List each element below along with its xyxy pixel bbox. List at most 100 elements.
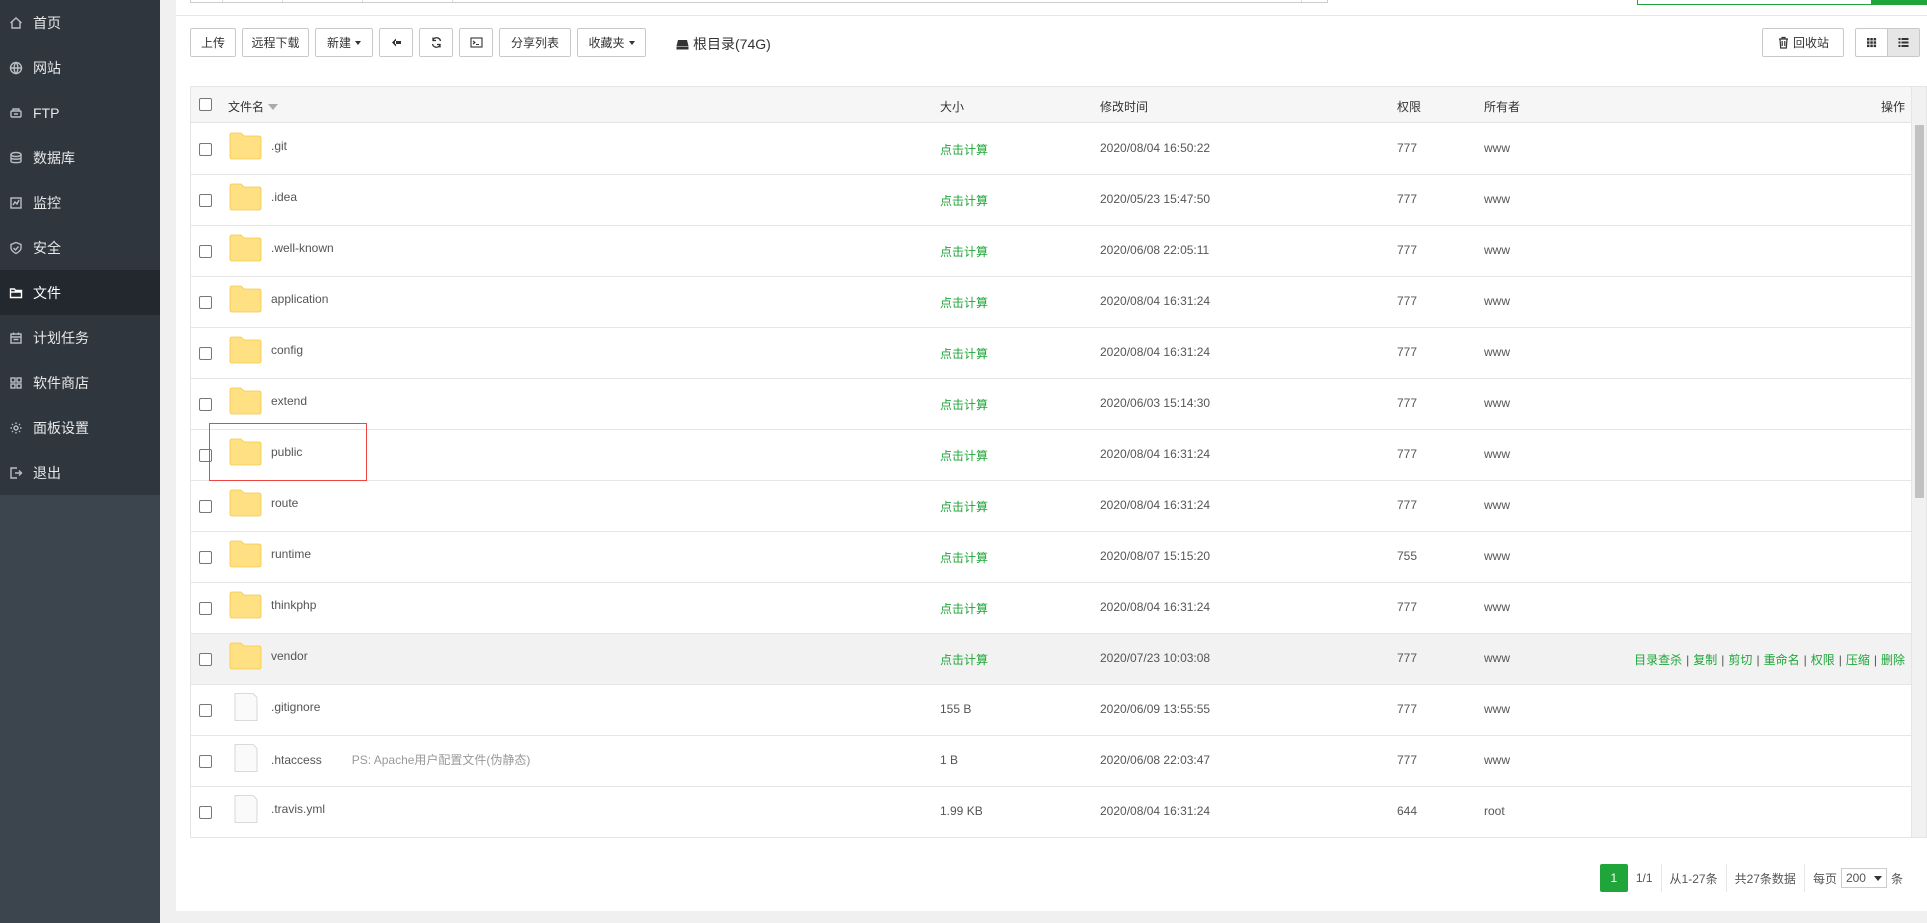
file-owner[interactable]: www (1484, 549, 1510, 563)
file-name[interactable]: vendor (271, 649, 308, 663)
calc-size-link[interactable]: 点击计算 (940, 396, 988, 413)
file-owner[interactable]: www (1484, 753, 1510, 767)
file-owner[interactable]: root (1484, 804, 1505, 818)
header-mtime[interactable]: 修改时间 (1100, 98, 1148, 115)
file-name-text[interactable]: .travis.yml (271, 802, 325, 816)
table-row[interactable]: route 点击计算 2020/08/04 16:31:24 777 www (191, 481, 1913, 532)
file-owner[interactable]: www (1484, 498, 1510, 512)
file-perm[interactable]: 777 (1397, 345, 1417, 359)
file-perm[interactable]: 777 (1397, 396, 1417, 410)
calc-size-link[interactable]: 点击计算 (940, 345, 988, 362)
file-name-text[interactable]: route (271, 496, 298, 510)
path-segment[interactable] (191, 0, 223, 2)
row-checkbox[interactable] (199, 653, 212, 666)
table-row[interactable]: runtime 点击计算 2020/08/07 15:15:20 755 www (191, 532, 1913, 583)
file-perm[interactable]: 777 (1397, 192, 1417, 206)
file-perm[interactable]: 644 (1397, 804, 1417, 818)
file-name-text[interactable]: .well-known (271, 241, 334, 255)
calc-size-link[interactable]: 点击计算 (940, 600, 988, 617)
file-name[interactable]: .travis.yml (271, 802, 325, 816)
file-owner[interactable]: www (1484, 702, 1510, 716)
file-name[interactable]: .gitignore (271, 700, 320, 714)
recycle-bin-button[interactable]: 回收站 (1762, 28, 1844, 57)
file-owner[interactable]: www (1484, 396, 1510, 410)
file-perm[interactable]: 777 (1397, 600, 1417, 614)
row-checkbox[interactable] (199, 143, 212, 156)
file-name-text[interactable]: .htaccess (271, 753, 322, 767)
row-checkbox[interactable] (199, 347, 212, 360)
file-name[interactable]: .well-known (271, 241, 334, 255)
table-row[interactable]: vendor 点击计算 2020/07/23 10:03:08 777 www 目录查杀 |… (191, 634, 1913, 685)
file-name-text[interactable]: thinkphp (271, 598, 316, 612)
sidebar-item-cron[interactable]: 计划任务 (0, 315, 160, 360)
file-owner[interactable]: www (1484, 243, 1510, 257)
file-perm[interactable]: 777 (1397, 243, 1417, 257)
file-name[interactable]: route (271, 496, 298, 510)
sidebar-item-settings[interactable]: 面板设置 (0, 405, 160, 450)
path-segment[interactable] (283, 0, 363, 2)
upload-button[interactable]: 上传 (190, 28, 236, 57)
file-name[interactable]: thinkphp (271, 598, 316, 612)
search-button[interactable] (1871, 0, 1927, 4)
file-name-text[interactable]: application (271, 292, 328, 306)
table-row[interactable]: thinkphp 点击计算 2020/08/04 16:31:24 777 www (191, 583, 1913, 634)
file-name-text[interactable]: vendor (271, 649, 308, 663)
file-name[interactable]: .git (271, 139, 287, 153)
row-checkbox[interactable] (199, 500, 212, 513)
header-owner[interactable]: 所有者 (1484, 98, 1520, 115)
row-checkbox[interactable] (199, 194, 212, 207)
file-name-text[interactable]: .idea (271, 190, 297, 204)
calc-size-link[interactable]: 点击计算 (940, 498, 988, 515)
calc-size-link[interactable]: 点击计算 (940, 141, 988, 158)
row-checkbox[interactable] (199, 551, 212, 564)
row-checkbox[interactable] (199, 398, 212, 411)
file-owner[interactable]: www (1484, 600, 1510, 614)
calc-size-link[interactable]: 点击计算 (940, 192, 988, 209)
per-page-select[interactable]: 200 (1840, 868, 1887, 888)
favorites-dropdown-button[interactable]: 收藏夹 (577, 28, 646, 57)
table-row[interactable]: application 点击计算 2020/08/04 16:31:24 777 www (191, 277, 1913, 328)
sidebar-item-home[interactable]: 首页 (0, 0, 160, 45)
row-checkbox[interactable] (199, 704, 212, 717)
table-row[interactable]: .well-known 点击计算 2020/06/08 22:05:11 777 www (191, 226, 1913, 277)
file-name-text[interactable]: .git (271, 139, 287, 153)
page-current[interactable]: 1 (1599, 864, 1628, 892)
row-action-link[interactable]: 压缩 (1846, 653, 1870, 667)
table-row[interactable]: .htaccess PS: Apache用户配置文件(伪静态) 1 B 2020/06… (191, 736, 1913, 787)
row-action-link[interactable]: 目录查杀 (1634, 653, 1682, 667)
row-action-link[interactable]: 删除 (1881, 653, 1905, 667)
file-owner[interactable]: www (1484, 141, 1510, 155)
table-row[interactable]: extend 点击计算 2020/06/03 15:14:30 777 www (191, 379, 1913, 430)
file-name-text[interactable]: runtime (271, 547, 311, 561)
file-perm[interactable]: 777 (1397, 753, 1417, 767)
file-perm[interactable]: 777 (1397, 447, 1417, 461)
row-action-link[interactable]: 权限 (1811, 653, 1835, 667)
header-size[interactable]: 大小 (940, 98, 964, 115)
sidebar-item-ftp[interactable]: FTP (0, 90, 160, 135)
path-breadcrumb[interactable] (190, 0, 1328, 3)
file-owner[interactable]: www (1484, 294, 1510, 308)
row-checkbox[interactable] (199, 245, 212, 258)
table-row[interactable]: .travis.yml 1.99 KB 2020/08/04 16:31:24 644… (191, 787, 1913, 837)
file-perm[interactable]: 777 (1397, 141, 1417, 155)
search-input[interactable] (1637, 0, 1927, 5)
calc-size-link[interactable]: 点击计算 (940, 651, 988, 668)
vertical-scrollbar[interactable] (1911, 87, 1926, 837)
row-checkbox[interactable] (199, 602, 212, 615)
root-directory-label[interactable]: 根目录(74G) (676, 34, 771, 54)
new-dropdown-button[interactable]: 新建 (315, 28, 373, 57)
row-checkbox[interactable] (199, 806, 212, 819)
file-name[interactable]: extend (271, 394, 307, 408)
file-perm[interactable]: 777 (1397, 498, 1417, 512)
file-name[interactable]: config (271, 343, 303, 357)
row-action-link[interactable]: 重命名 (1764, 653, 1800, 667)
file-name[interactable]: application (271, 292, 328, 306)
calc-size-link[interactable]: 点击计算 (940, 447, 988, 464)
table-row[interactable]: .git 点击计算 2020/08/04 16:50:22 777 www (191, 124, 1913, 175)
back-button[interactable] (379, 28, 413, 57)
refresh-button[interactable] (419, 28, 453, 57)
share-list-button[interactable]: 分享列表 (499, 28, 571, 57)
row-checkbox[interactable] (199, 296, 212, 309)
file-perm[interactable]: 777 (1397, 651, 1417, 665)
path-segment[interactable] (223, 0, 283, 2)
